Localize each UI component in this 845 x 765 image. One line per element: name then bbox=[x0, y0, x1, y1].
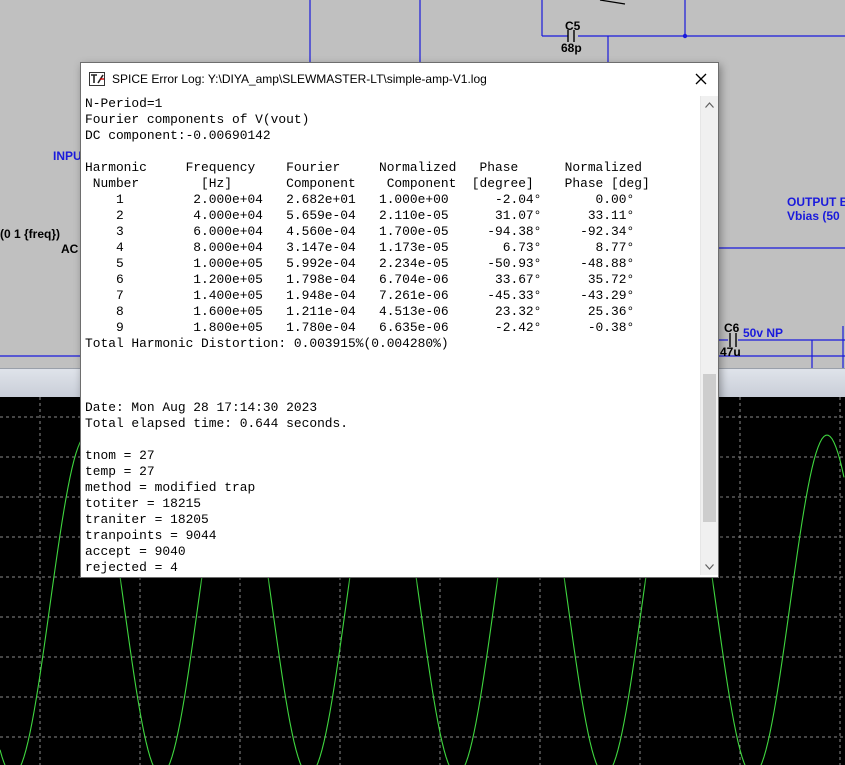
log-line: Harmonic Frequency Fourier Normalized Ph… bbox=[85, 160, 642, 175]
scrollbar-thumb[interactable] bbox=[703, 374, 716, 522]
c6-value: 47u bbox=[720, 345, 741, 359]
log-line: 5 1.000e+05 5.992e-04 2.234e-05 -50.93° … bbox=[85, 256, 635, 271]
input-label: INPU bbox=[53, 149, 82, 163]
log-line: Total elapsed time: 0.644 seconds. bbox=[85, 416, 349, 431]
chevron-up-icon bbox=[705, 101, 714, 108]
log-line: N-Period=1 bbox=[85, 96, 163, 111]
log-line: Total Harmonic Distortion: 0.003915%(0.0… bbox=[85, 336, 449, 351]
ltspice-logo-icon bbox=[89, 72, 105, 86]
log-line: 8 1.600e+05 1.211e-04 4.513e-06 23.32° 2… bbox=[85, 304, 635, 319]
log-lines: N-Period=1 Fourier components of V(vout)… bbox=[83, 96, 700, 575]
log-line: Number [Hz] Component Component [degree]… bbox=[85, 176, 650, 191]
close-icon bbox=[695, 73, 707, 85]
vbias-label: Vbias (50 bbox=[787, 209, 840, 223]
log-line: 7 1.400e+05 1.948e-04 7.261e-06 -45.33° … bbox=[85, 288, 635, 303]
log-line: temp = 27 bbox=[85, 464, 155, 479]
close-button[interactable] bbox=[684, 63, 718, 95]
log-line: totiter = 18215 bbox=[85, 496, 202, 511]
log-line: 4 8.000e+04 3.147e-04 1.173e-05 6.73° 8.… bbox=[85, 240, 635, 255]
source-function-label: E(0 1 {freq}) bbox=[0, 227, 61, 241]
output-label: OUTPUT B bbox=[787, 195, 845, 209]
ac-label: AC bbox=[61, 242, 79, 256]
log-line: tnom = 27 bbox=[85, 448, 155, 463]
spice-error-log-window[interactable]: SPICE Error Log: Y:\DIYA_amp\SLEWMASTER-… bbox=[80, 62, 719, 578]
log-line: 2 4.000e+04 5.659e-04 2.110e-05 31.07° 3… bbox=[85, 208, 635, 223]
c5-value: 68p bbox=[561, 41, 582, 55]
scroll-down-button[interactable] bbox=[701, 558, 718, 575]
log-line: 9 1.800e+05 1.780e-04 6.635e-06 -2.42° -… bbox=[85, 320, 635, 335]
log-line: 6 1.200e+05 1.798e-04 6.704e-06 33.67° 3… bbox=[85, 272, 635, 287]
log-line: 3 6.000e+04 4.560e-04 1.700e-05 -94.38° … bbox=[85, 224, 635, 239]
title-bar[interactable]: SPICE Error Log: Y:\DIYA_amp\SLEWMASTER-… bbox=[81, 63, 718, 95]
log-line: Fourier components of V(vout) bbox=[85, 112, 310, 127]
log-line: traniter = 18205 bbox=[85, 512, 209, 527]
chevron-down-icon bbox=[705, 563, 714, 570]
log-line: Date: Mon Aug 28 17:14:30 2023 bbox=[85, 400, 318, 415]
c5-name: C5 bbox=[565, 19, 581, 33]
log-text-area[interactable]: N-Period=1 Fourier components of V(vout)… bbox=[83, 96, 700, 575]
window-title: SPICE Error Log: Y:\DIYA_amp\SLEWMASTER-… bbox=[112, 72, 487, 86]
vertical-scrollbar[interactable] bbox=[700, 96, 718, 575]
c6-name: C6 bbox=[724, 321, 740, 335]
log-line: DC component:-0.00690142 bbox=[85, 128, 271, 143]
log-line: 1 2.000e+04 2.682e+01 1.000e+00 -2.04° 0… bbox=[85, 192, 635, 207]
scroll-up-button[interactable] bbox=[701, 96, 718, 113]
log-line: method = modified trap bbox=[85, 480, 256, 495]
log-line: rejected = 4 bbox=[85, 560, 178, 575]
log-line: accept = 9040 bbox=[85, 544, 186, 559]
c6-rating: 50v NP bbox=[743, 326, 784, 340]
log-line: tranpoints = 9044 bbox=[85, 528, 217, 543]
